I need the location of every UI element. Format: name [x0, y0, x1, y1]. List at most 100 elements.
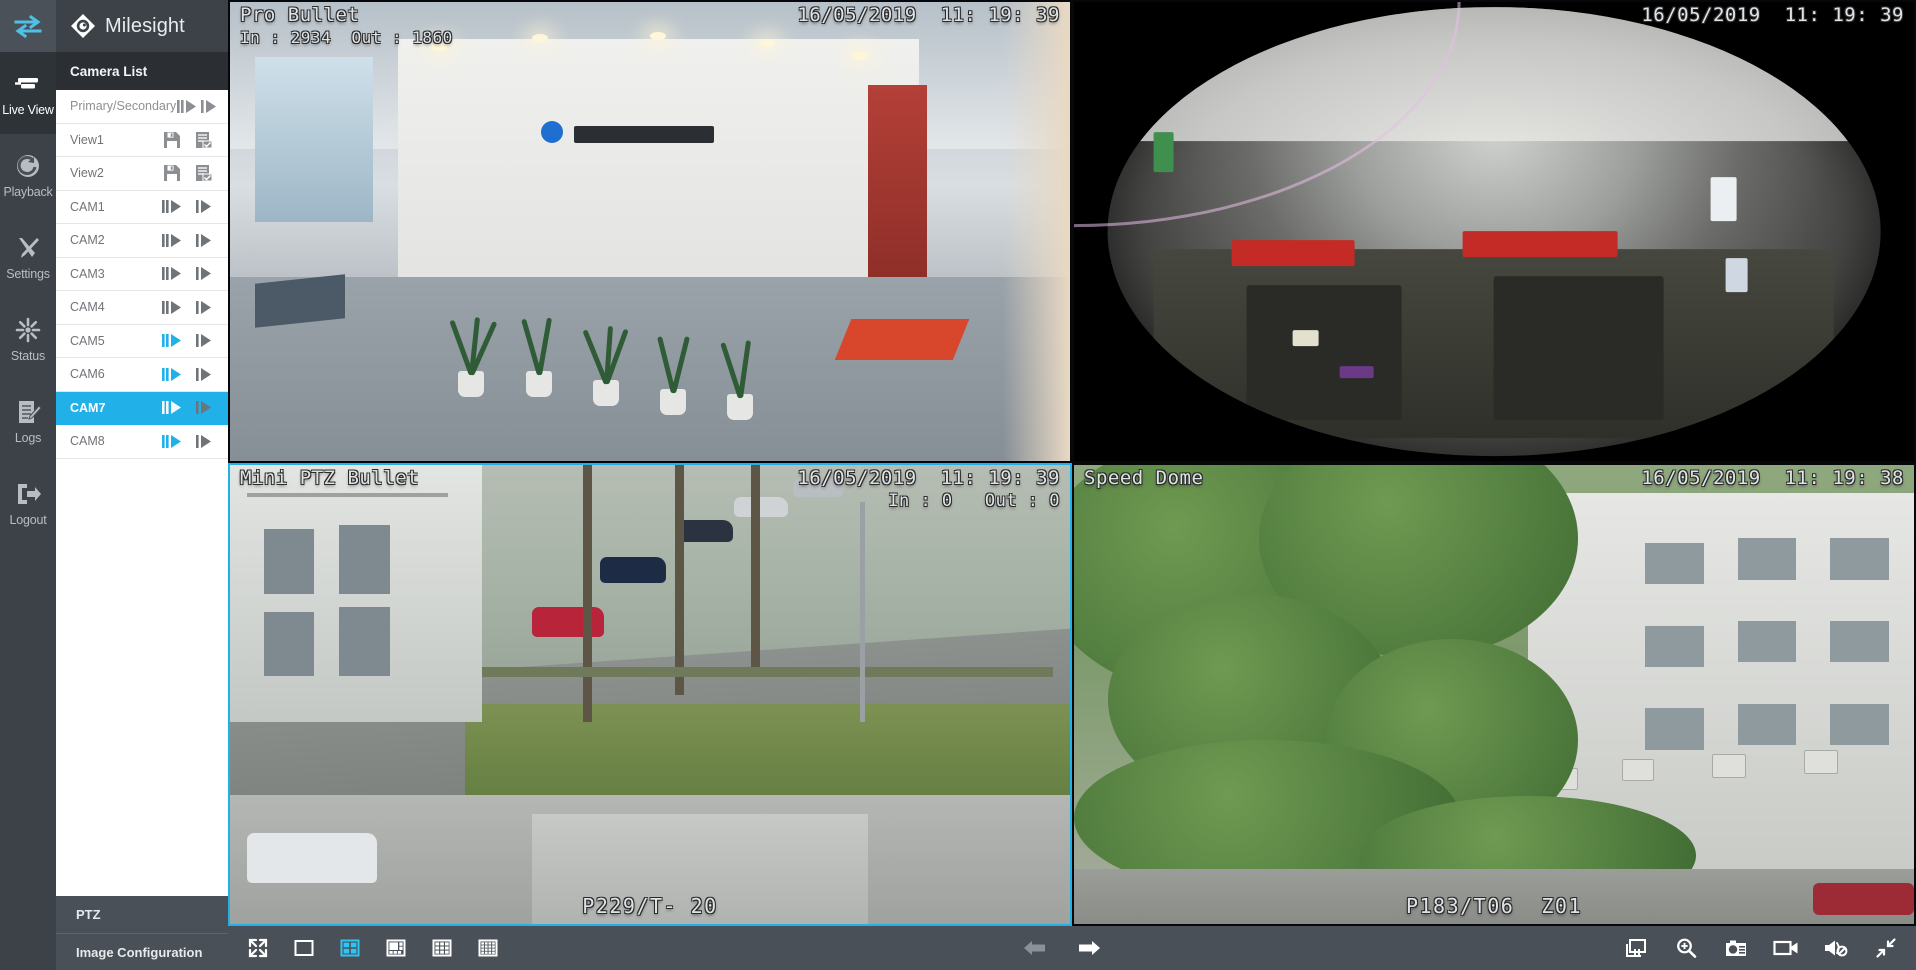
nav-rail: Live View Playback Settings Status Logs … — [0, 0, 56, 970]
snapshot-icon — [1726, 940, 1746, 956]
secondary-stream-icon[interactable] — [188, 434, 220, 449]
apply-view-icon[interactable] — [188, 165, 220, 182]
secondary-stream-icon[interactable] — [188, 266, 220, 281]
list-item-cam2[interactable]: CAM2 — [56, 224, 228, 258]
save-view-icon[interactable] — [156, 165, 188, 182]
sidebar-item-logs[interactable]: Logs — [0, 380, 56, 462]
primary-stream-icon[interactable] — [156, 199, 188, 214]
layout-3x3-icon — [432, 939, 452, 957]
sidebar-item-label: Logout — [9, 513, 47, 527]
sidebar-item-status[interactable]: Status — [0, 298, 56, 380]
primary-stream-icon[interactable] — [156, 400, 188, 415]
action-buttons-group — [1622, 934, 1900, 962]
layout-buttons-group — [244, 934, 502, 962]
video-stream-2 — [1074, 2, 1914, 461]
list-item-cam4[interactable]: CAM4 — [56, 291, 228, 325]
secondary-stream-icon[interactable] — [188, 199, 220, 214]
sidebar-item-settings[interactable]: Settings — [0, 216, 56, 298]
apply-view-icon[interactable] — [188, 131, 220, 148]
layout-1x1-button[interactable] — [290, 934, 318, 962]
pager-group — [502, 934, 1622, 962]
collapse-toggle-button[interactable] — [0, 0, 56, 52]
logs-notepad-icon — [19, 401, 42, 423]
list-item-primary-secondary[interactable]: Primary/Secondary — [56, 90, 228, 124]
secondary-stream-icon[interactable] — [188, 400, 220, 415]
cam-label: CAM1 — [70, 199, 105, 214]
pause-all-button[interactable] — [1622, 934, 1650, 962]
live-view-icon — [15, 78, 38, 89]
fullscreen-layout-icon — [248, 938, 268, 958]
sidebar-item-live-view[interactable]: Live View — [0, 52, 56, 134]
fullscreen-layout-button[interactable] — [244, 934, 272, 962]
video-pane-pro-bullet[interactable]: Pro Bullet In : 2934 Out : 1860 16/05/20… — [228, 0, 1072, 463]
previous-page-icon — [1024, 941, 1045, 955]
video-pane-fisheye[interactable]: 16/05/2019 11: 19: 39 — [1072, 0, 1916, 463]
collapse-toggle-icon — [14, 14, 42, 38]
camera-list-panel: Milesight Camera List Primary/Secondary … — [56, 0, 228, 970]
pause-all-icon — [1626, 939, 1646, 957]
brand-name: Milesight — [105, 14, 185, 37]
camera-list-header: Camera List — [56, 52, 228, 90]
logout-arrow-icon — [18, 484, 41, 504]
list-item-view1[interactable]: View1 — [56, 124, 228, 157]
cam-label: CAM2 — [70, 233, 105, 248]
cam-label: View1 — [70, 132, 104, 147]
list-item-cam7[interactable]: CAM7 — [56, 391, 228, 425]
digital-zoom-icon — [1677, 938, 1697, 958]
layout-1plus5-button[interactable] — [382, 934, 410, 962]
layout-3x3-button[interactable] — [428, 934, 456, 962]
cam-label: CAM3 — [70, 266, 105, 281]
primary-stream-icon[interactable] — [156, 233, 188, 248]
digital-zoom-button[interactable] — [1672, 934, 1700, 962]
camera-list: Primary/Secondary View1 View2 CAM1 CAM2 … — [56, 90, 228, 896]
video-stream-4 — [1074, 465, 1914, 924]
list-item-view2[interactable]: View2 — [56, 157, 228, 191]
primary-stream-icon[interactable] — [156, 333, 188, 348]
secondary-stream-icon[interactable] — [198, 99, 220, 114]
primary-stream-icon[interactable] — [156, 300, 188, 315]
previous-page-button[interactable] — [1021, 934, 1049, 962]
exit-fullscreen-button[interactable] — [1872, 934, 1900, 962]
primary-stream-icon[interactable] — [176, 99, 198, 114]
camera-panel-footer: PTZ Image Configuration — [56, 896, 228, 970]
sidebar-item-logout[interactable]: Logout — [0, 462, 56, 544]
secondary-stream-icon[interactable] — [188, 333, 220, 348]
secondary-stream-icon[interactable] — [188, 233, 220, 248]
video-stream-3 — [230, 465, 1070, 924]
video-pane-speed-dome[interactable]: Speed Dome 16/05/2019 11: 19: 38 P183/T0… — [1072, 463, 1916, 926]
secondary-stream-icon[interactable] — [188, 300, 220, 315]
primary-stream-icon[interactable] — [156, 367, 188, 382]
video-pane-mini-ptz-bullet[interactable]: Mini PTZ Bullet 16/05/2019 11: 19: 39 In… — [228, 463, 1072, 926]
list-item-cam1[interactable]: CAM1 — [56, 191, 228, 224]
record-icon — [1773, 940, 1798, 956]
list-item-cam3[interactable]: CAM3 — [56, 258, 228, 291]
secondary-stream-icon[interactable] — [188, 367, 220, 382]
video-stream-1 — [230, 2, 1070, 461]
cam-label: CAM7 — [70, 400, 106, 415]
cam-label: CAM8 — [70, 434, 105, 449]
cam-label: CAM5 — [70, 333, 105, 348]
cam-label: Primary/Secondary — [70, 99, 177, 114]
snapshot-button[interactable] — [1722, 934, 1750, 962]
list-item-cam5[interactable]: CAM5 — [56, 325, 228, 358]
ptz-panel-button[interactable]: PTZ — [56, 896, 228, 933]
sidebar-item-label: Status — [10, 349, 46, 363]
list-item-cam8[interactable]: CAM8 — [56, 425, 228, 459]
record-button[interactable] — [1772, 934, 1800, 962]
save-view-icon[interactable] — [156, 131, 188, 148]
layout-4x4-icon — [478, 939, 498, 957]
next-page-button[interactable] — [1075, 934, 1103, 962]
video-area: Pro Bullet In : 2934 Out : 1860 16/05/20… — [228, 0, 1916, 970]
primary-stream-icon[interactable] — [156, 434, 188, 449]
layout-2x2-button[interactable] — [336, 934, 364, 962]
layout-4x4-button[interactable] — [474, 934, 502, 962]
sidebar-item-label: Logs — [14, 431, 42, 445]
list-item-cam6[interactable]: CAM6 — [56, 358, 228, 392]
primary-stream-icon[interactable] — [156, 266, 188, 281]
video-grid: Pro Bullet In : 2934 Out : 1860 16/05/20… — [228, 0, 1916, 926]
playback-icon — [17, 155, 39, 177]
sidebar-item-playback[interactable]: Playback — [0, 134, 56, 216]
audio-mute-button[interactable] — [1822, 934, 1850, 962]
sidebar-item-label: Live View — [2, 103, 54, 117]
image-configuration-button[interactable]: Image Configuration — [56, 933, 228, 970]
